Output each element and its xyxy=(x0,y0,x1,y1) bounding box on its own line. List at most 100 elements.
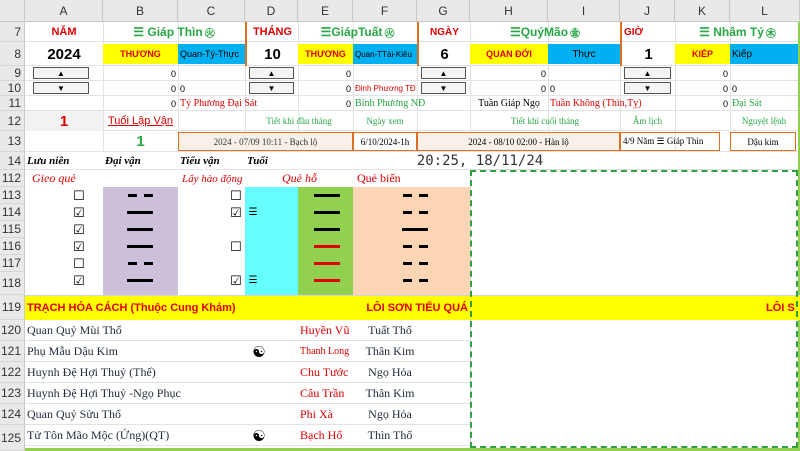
hao-bien[interactable]: Ngọ Hỏa xyxy=(355,404,425,425)
row-header[interactable]: 118 xyxy=(0,272,25,295)
ngay-label[interactable]: NGÀY xyxy=(417,22,470,42)
year-spin-up-button[interactable]: ▲ xyxy=(33,67,89,79)
ban-que-line[interactable] xyxy=(115,238,165,255)
tiet-khi-dau-label[interactable]: Tiết khí đầu tháng xyxy=(245,111,353,131)
cell-c10[interactable]: 0 xyxy=(178,81,245,96)
row-header[interactable]: 12 xyxy=(0,111,25,131)
month-spin-up-button[interactable]: ▲ xyxy=(249,67,294,79)
cell-c11[interactable]: Tý Phương Đại Sát xyxy=(178,96,298,111)
row-header[interactable]: 11 xyxy=(0,96,25,111)
corner-cell[interactable] xyxy=(0,0,25,22)
row-header[interactable]: 124 xyxy=(0,404,25,425)
hao-dong-checkbox[interactable]: ☑ xyxy=(229,204,243,221)
ban-que-line[interactable] xyxy=(115,272,165,289)
que-bien-line[interactable] xyxy=(395,255,435,272)
que-ho-line[interactable] xyxy=(312,187,342,204)
day-spin-down-button[interactable]: ▼ xyxy=(421,82,466,94)
que-bien-line[interactable] xyxy=(395,204,435,221)
trigram-icon[interactable]: ☰ xyxy=(246,204,260,221)
day-branch-gods[interactable]: Thực xyxy=(548,44,620,64)
hao-bien[interactable]: Thìn Thổ xyxy=(355,425,425,446)
row-header[interactable]: 115 xyxy=(0,221,25,238)
tuoi-lap-van-value[interactable]: 1 xyxy=(25,111,103,131)
cell-e10[interactable]: 0 xyxy=(298,81,353,96)
row-header[interactable]: 125 xyxy=(0,425,25,451)
col-header-d[interactable]: D xyxy=(245,0,298,22)
month-branch-gods[interactable]: Quan-TTài-Kiêu xyxy=(353,44,417,64)
hao-bien[interactable]: Thân Kim xyxy=(355,341,425,362)
que-ho-line[interactable] xyxy=(312,238,342,255)
line-name[interactable]: Tử Tôn Mão Mộc (Ứng)(QT) xyxy=(25,425,255,446)
ngay-xem-value[interactable]: 6/10/2024-1h xyxy=(353,132,417,151)
col-header-i[interactable]: I xyxy=(548,0,620,22)
year-pillar-header[interactable]: ☰ Giáp Thìn ㊋ xyxy=(103,22,245,42)
gieo-checkbox[interactable]: ☑ xyxy=(72,204,86,221)
col-header-e[interactable]: E xyxy=(298,0,353,22)
cell-h11[interactable]: Tuần Không (Thìn,Tỵ) xyxy=(548,96,675,111)
col-header-k[interactable]: K xyxy=(675,0,730,22)
que-ho-label[interactable]: Quẻ hỗ xyxy=(280,170,340,187)
col-header-g[interactable]: G xyxy=(417,0,470,22)
cell-h10[interactable]: 0 xyxy=(470,81,548,96)
row-header[interactable]: 8 xyxy=(0,42,25,66)
ban-que-line[interactable] xyxy=(115,255,165,272)
yin-yang-icon[interactable]: ☯ xyxy=(248,425,270,446)
row-header[interactable]: 112 xyxy=(0,170,25,187)
cell-k11[interactable]: 0 xyxy=(675,96,730,111)
month-value[interactable]: 10 xyxy=(245,42,298,66)
line-name[interactable]: Huynh Đệ Hợi Thuỷ (Thế) xyxy=(25,362,255,383)
row-header[interactable]: 13 xyxy=(0,131,25,152)
ban-que-title[interactable]: TRẠCH HỎA CÁCH (Thuộc Cung Khảm) xyxy=(25,295,325,320)
trigram-icon[interactable]: ☰ xyxy=(246,272,260,289)
tuoi-label[interactable]: Tuổi xyxy=(245,152,298,170)
hour-pillar-header[interactable]: ☰ Nhâm Tý ㊍ xyxy=(675,22,800,42)
ban-que-line[interactable] xyxy=(115,221,165,238)
tiet-khi-cuoi-value[interactable]: 2024 - 08/10 02:00 - Hàn lộ xyxy=(417,132,620,151)
que-bien-label[interactable]: Quẻ biến xyxy=(355,170,425,187)
gieo-que-label[interactable]: Gieo quẻ xyxy=(30,170,110,187)
row-header[interactable]: 113 xyxy=(0,187,25,204)
dai-van-label[interactable]: Đại vận xyxy=(103,152,178,170)
que-bien-line[interactable] xyxy=(395,238,435,255)
que-ho-line[interactable] xyxy=(312,204,342,221)
tieu-van-label[interactable]: Tiểu vận xyxy=(178,152,245,170)
hour-value[interactable]: 1 xyxy=(620,42,675,66)
year-branch-gods[interactable]: Quan-Tý-Thực xyxy=(178,44,245,64)
cell-e9[interactable]: 0 xyxy=(298,66,353,81)
year-value[interactable]: 2024 xyxy=(25,42,103,66)
dai-van-start[interactable]: 1 xyxy=(103,131,178,152)
row-header[interactable]: 7 xyxy=(0,22,25,42)
hao-dong-checkbox[interactable]: ☑ xyxy=(229,272,243,289)
gieo-checkbox[interactable]: ☐ xyxy=(72,255,86,272)
col-header-c[interactable]: C xyxy=(178,0,245,22)
gieo-checkbox[interactable]: ☑ xyxy=(72,221,86,238)
year-spin-down-button[interactable]: ▼ xyxy=(33,82,89,94)
month-stem-god[interactable]: THƯƠNG xyxy=(298,44,353,64)
que-bien-line[interactable] xyxy=(395,221,435,238)
day-stem-god[interactable]: QUAN ĐỚI xyxy=(470,44,548,64)
day-value[interactable]: 6 xyxy=(417,42,470,66)
que-ho-line[interactable] xyxy=(312,221,342,238)
que-bien-line[interactable] xyxy=(395,187,435,204)
hao-bien[interactable]: Tuất Thổ xyxy=(355,320,425,341)
gieo-checkbox[interactable]: ☑ xyxy=(72,238,86,255)
yin-yang-icon[interactable]: ☯ xyxy=(248,341,270,362)
que-bien-line[interactable] xyxy=(395,272,435,289)
cell-b11[interactable]: 0 xyxy=(103,96,178,111)
que-ho-line[interactable] xyxy=(312,272,342,289)
row-header[interactable]: 117 xyxy=(0,255,25,272)
hao-bien[interactable]: Thân Kim xyxy=(355,383,425,404)
gieo-checkbox[interactable]: ☐ xyxy=(72,187,86,204)
hour-stem-god[interactable]: KIẾP xyxy=(675,44,730,64)
ban-que-line[interactable] xyxy=(115,204,165,221)
cell-b10[interactable]: 0 xyxy=(103,81,178,96)
col-header-l[interactable]: L xyxy=(730,0,800,22)
cell-f11[interactable]: Bính Phương NĐ xyxy=(353,96,470,111)
lay-hao-dong-label[interactable]: Lấy hào động xyxy=(180,170,260,187)
month-spin-down-button[interactable]: ▼ xyxy=(249,82,294,94)
thang-label[interactable]: THÁNG xyxy=(245,22,298,42)
line-name[interactable]: Phụ Mẫu Dậu Kim xyxy=(25,341,255,362)
line-name[interactable]: Quan Quỷ Sửu Thổ xyxy=(25,404,255,425)
nam-label[interactable]: NĂM xyxy=(25,22,103,42)
ban-que-line[interactable] xyxy=(115,187,165,204)
